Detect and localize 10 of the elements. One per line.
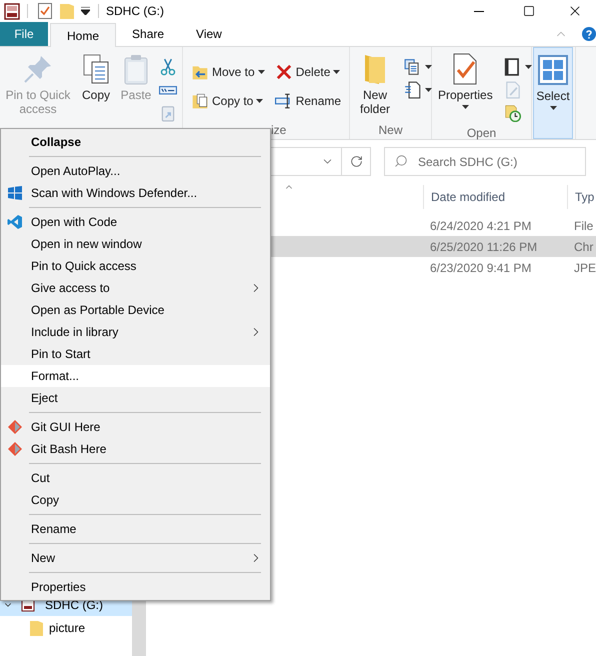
window-title: SDHC (G:) <box>106 3 164 20</box>
group-label: ize <box>270 122 288 139</box>
group-label: New <box>377 122 404 139</box>
type-cell-text: Chr <box>572 238 594 256</box>
date-cell-text: 6/25/2020 11:26 PM <box>428 238 538 256</box>
group-label: Open <box>466 125 498 142</box>
type-cell-text: JPE <box>572 260 596 276</box>
date-cell-text: 6/23/2020 9:41 PM <box>428 260 532 276</box>
date-cell-text: 6/24/2020 4:21 PM <box>428 218 532 234</box>
type-cell-text: File <box>572 218 594 234</box>
